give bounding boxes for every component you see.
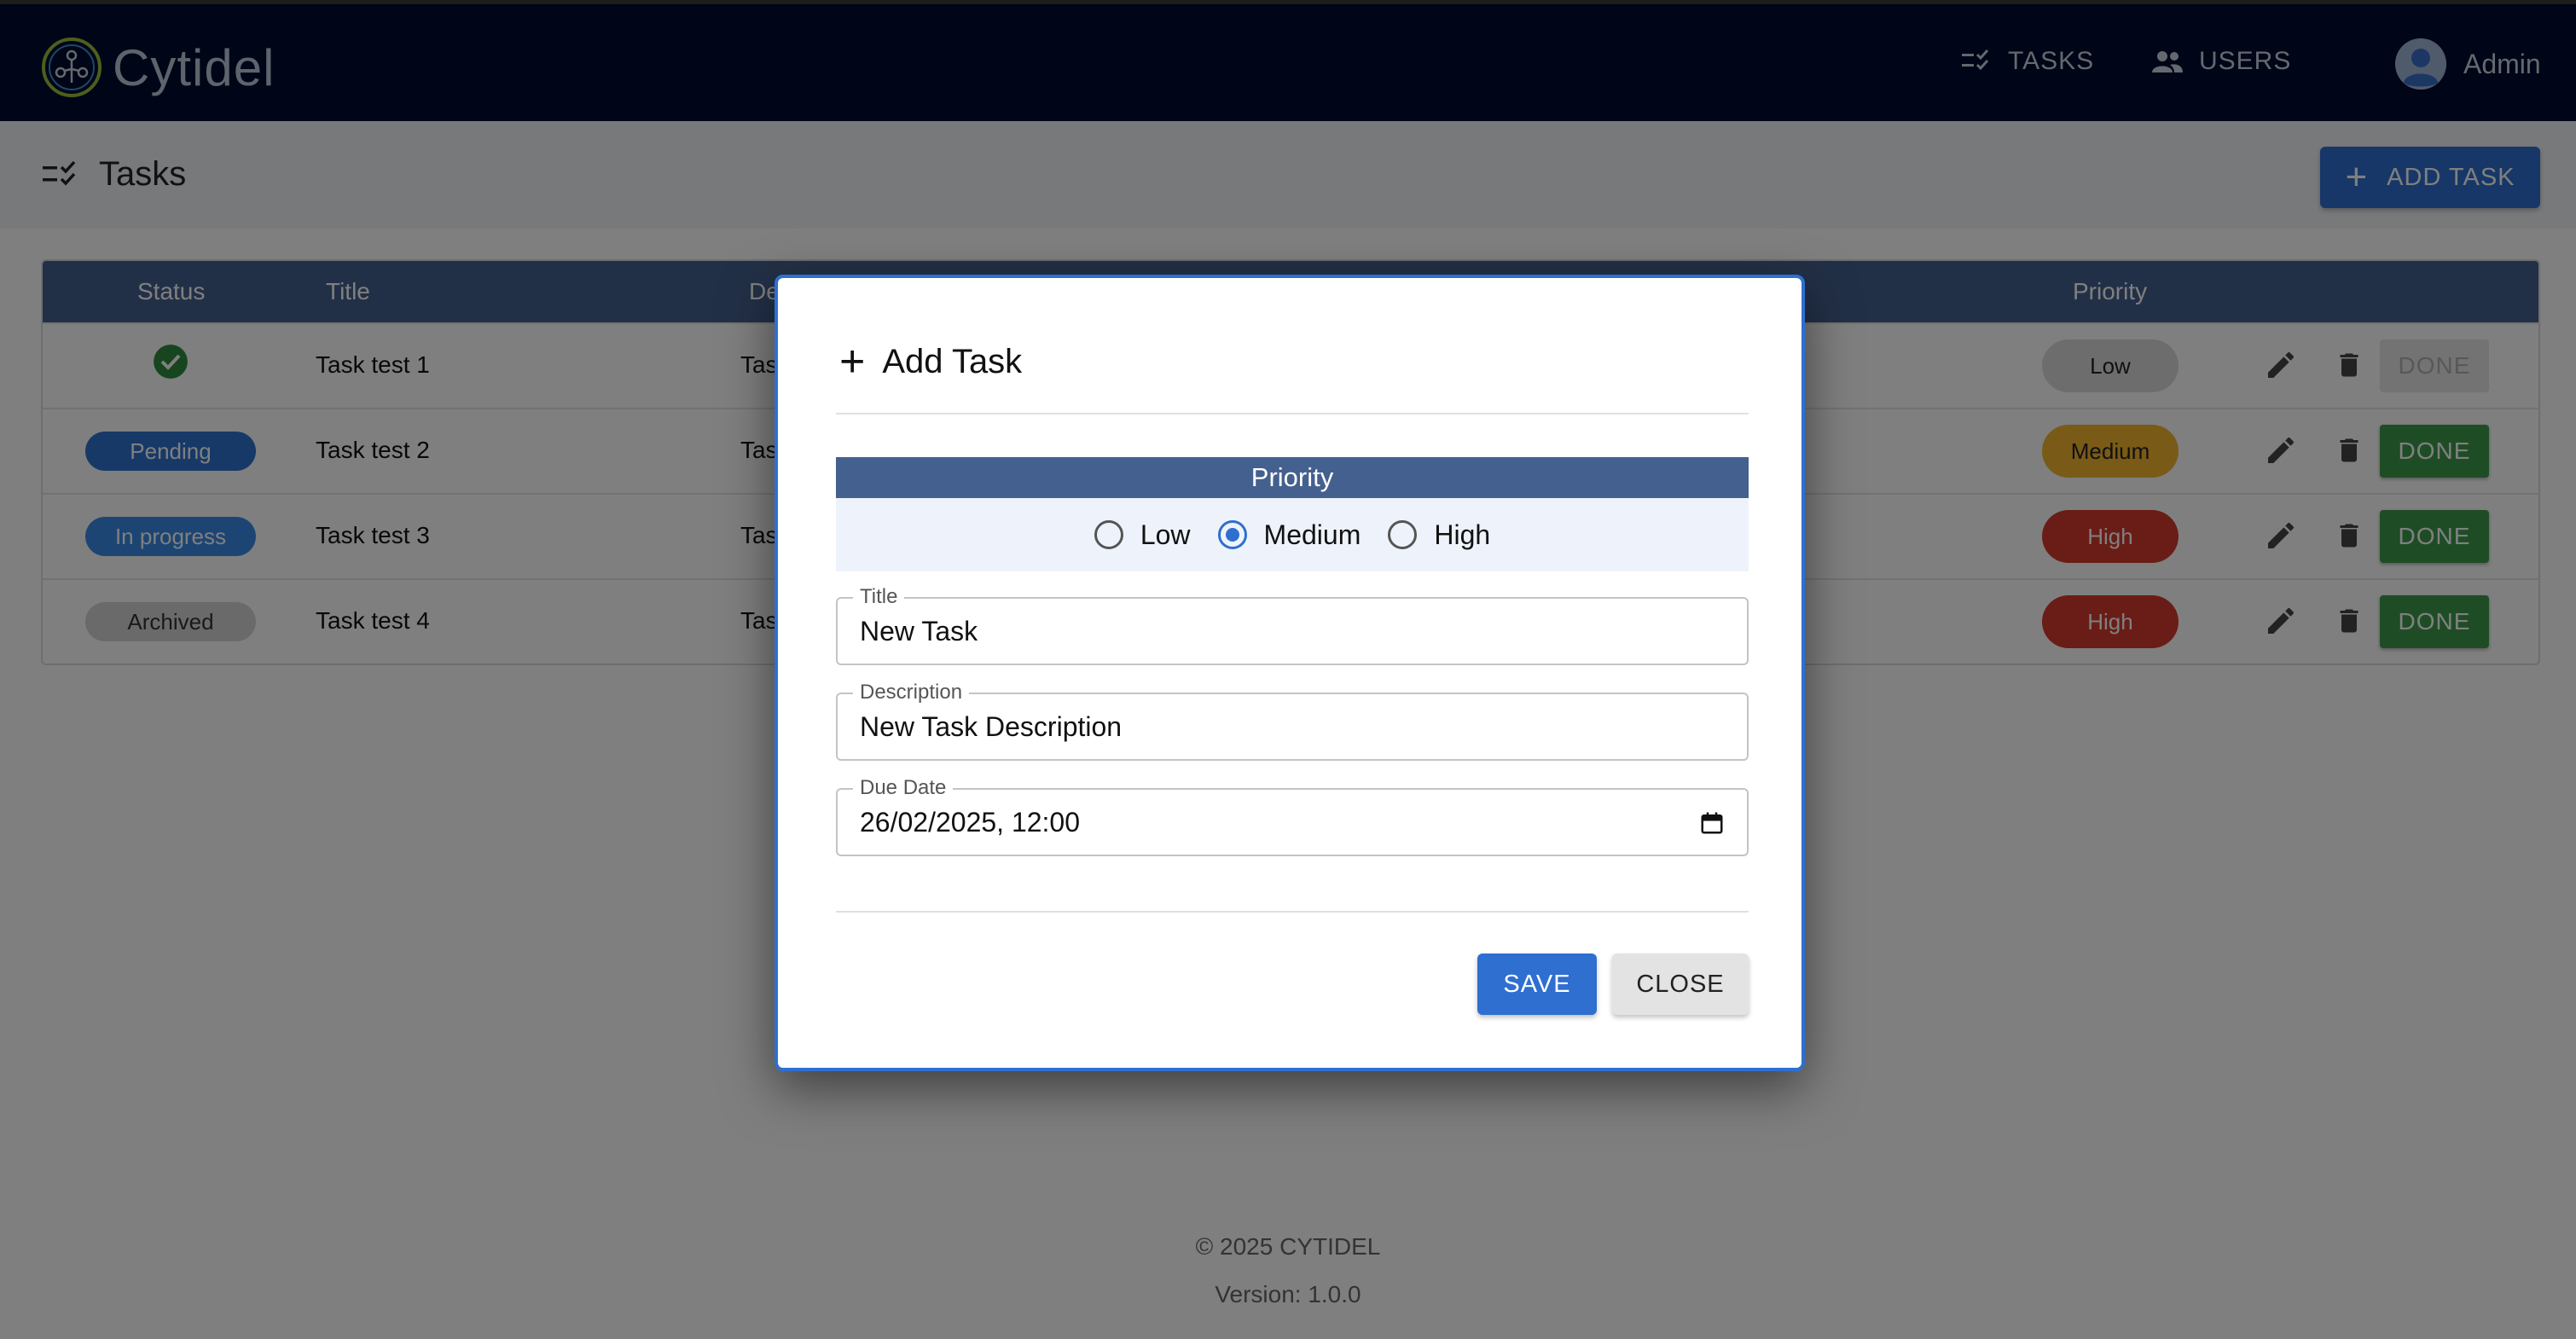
add-task-dialog: + Add Task Priority Low Medium High Titl… xyxy=(775,275,1805,1071)
save-button[interactable]: SAVE xyxy=(1477,954,1597,1015)
divider xyxy=(836,911,1749,913)
priority-section-header: Priority xyxy=(836,457,1749,498)
due-date-field-label: Due Date xyxy=(853,776,954,800)
radio-button[interactable] xyxy=(1094,520,1123,549)
calendar-icon[interactable] xyxy=(1699,810,1725,836)
priority-option-high[interactable]: High xyxy=(1388,519,1490,551)
title-field-value[interactable]: New Task xyxy=(860,616,978,647)
title-field[interactable]: Title New Task xyxy=(836,585,1749,665)
close-button[interactable]: CLOSE xyxy=(1612,954,1749,1015)
dialog-title-text: Add Task xyxy=(882,342,1023,380)
radio-label: High xyxy=(1434,519,1491,550)
radio-label: Medium xyxy=(1263,519,1361,550)
due-date-field-value[interactable]: 26/02/2025, 12:00 xyxy=(860,807,1080,838)
due-date-field[interactable]: Due Date 26/02/2025, 12:00 xyxy=(836,776,1749,856)
plus-icon: + xyxy=(839,337,866,386)
priority-option-low[interactable]: Low xyxy=(1094,519,1191,551)
title-field-label: Title xyxy=(853,585,905,609)
divider xyxy=(836,413,1749,414)
description-field[interactable]: Description New Task Description xyxy=(836,681,1749,761)
radio-label: Low xyxy=(1140,519,1191,550)
radio-button[interactable] xyxy=(1388,520,1418,549)
dialog-title: + Add Task xyxy=(839,339,1022,384)
radio-button-selected[interactable] xyxy=(1217,520,1247,549)
description-field-label: Description xyxy=(853,681,970,704)
priority-radio-group: Low Medium High xyxy=(836,498,1749,571)
priority-option-medium[interactable]: Medium xyxy=(1217,519,1361,551)
description-field-value[interactable]: New Task Description xyxy=(860,711,1122,743)
